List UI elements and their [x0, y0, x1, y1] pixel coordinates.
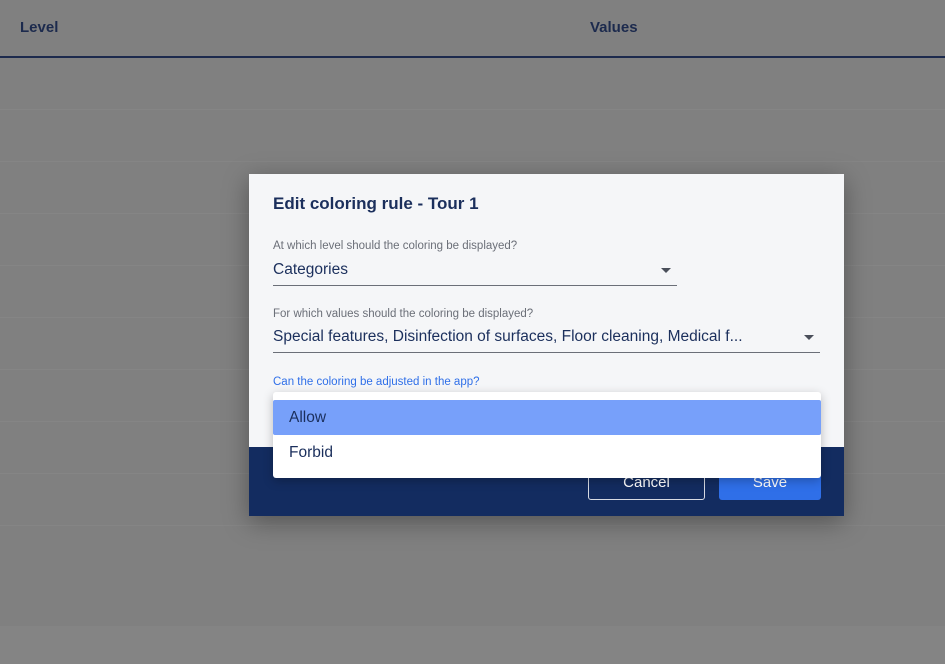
values-field-label: For which values should the coloring be … — [273, 308, 534, 320]
adjust-field-label: Can the coloring be adjusted in the app? — [273, 376, 480, 388]
chevron-down-icon — [804, 335, 814, 340]
table-row — [0, 110, 945, 162]
dialog-title: Edit coloring rule - Tour 1 — [273, 194, 479, 213]
level-select[interactable]: Categories — [273, 257, 677, 286]
dropdown-option-allow[interactable]: Allow — [273, 400, 821, 435]
column-header-values[interactable]: Values — [590, 19, 638, 36]
values-select[interactable]: Special features, Disinfection of surfac… — [273, 324, 820, 353]
level-field-label: At which level should the coloring be di… — [273, 240, 518, 252]
level-select-value: Categories — [273, 261, 348, 278]
table-footer — [0, 626, 945, 664]
dropdown-option-forbid[interactable]: Forbid — [273, 435, 821, 470]
chevron-down-icon — [661, 268, 671, 273]
table-header: Level Values — [0, 0, 945, 58]
values-select-value: Special features, Disinfection of surfac… — [273, 328, 743, 345]
table-row — [0, 58, 945, 110]
column-header-level[interactable]: Level — [20, 19, 58, 36]
adjust-dropdown-menu: Allow Forbid — [273, 392, 821, 478]
